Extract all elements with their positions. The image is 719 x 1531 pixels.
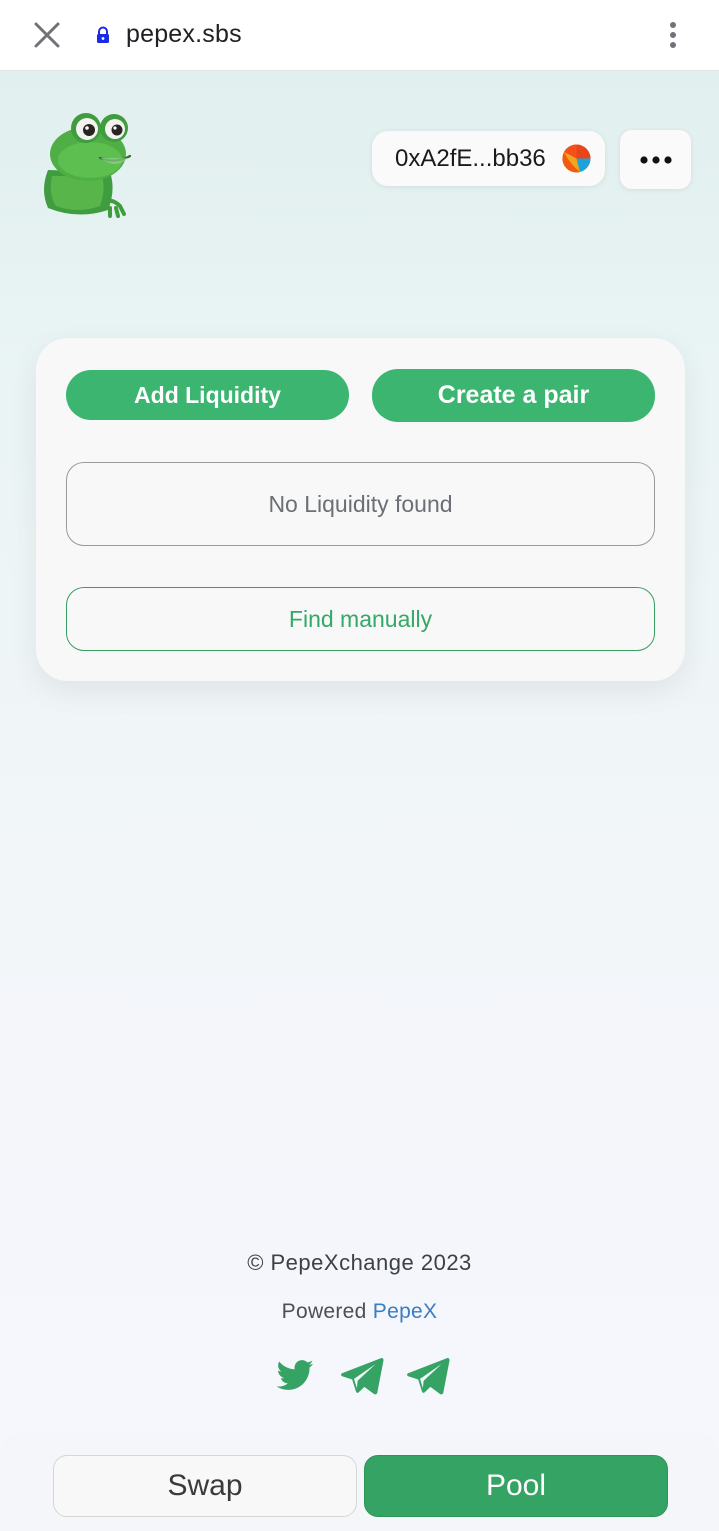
powered-by: Powered PepeX (0, 1300, 719, 1324)
close-icon[interactable] (30, 18, 64, 52)
twitter-icon[interactable] (273, 1356, 317, 1396)
pepex-link[interactable]: PepeX (373, 1300, 438, 1323)
tab-swap[interactable]: Swap (53, 1455, 357, 1517)
wallet-avatar-icon (562, 144, 591, 173)
tab-pool[interactable]: Pool (364, 1455, 668, 1517)
url-text[interactable]: pepex.sbs (126, 20, 242, 49)
browser-toolbar: pepex.sbs (0, 0, 719, 71)
more-options-button[interactable] (620, 130, 691, 189)
powered-prefix: Powered (281, 1300, 367, 1323)
wallet-address: 0xA2fE...bb36 (395, 145, 546, 172)
empty-liquidity-message: No Liquidity found (66, 462, 655, 546)
bottom-tab-bar: Swap Pool (0, 1433, 719, 1531)
pepe-frog-logo[interactable] (38, 110, 134, 218)
telegram-icon[interactable] (406, 1356, 450, 1396)
more-horizontal-icon (640, 156, 672, 164)
lock-icon (97, 26, 109, 43)
telegram-icon[interactable] (340, 1356, 384, 1396)
copyright-text: © PepeXchange 2023 (247, 1250, 472, 1275)
create-pair-button[interactable]: Create a pair (372, 369, 655, 422)
pool-card: Add Liquidity Create a pair No Liquidity… (36, 338, 685, 681)
kebab-menu-icon[interactable] (660, 18, 686, 54)
wallet-address-button[interactable]: 0xA2fE...bb36 (372, 131, 605, 186)
add-liquidity-button[interactable]: Add Liquidity (66, 370, 349, 420)
find-manually-button[interactable]: Find manually (66, 587, 655, 651)
